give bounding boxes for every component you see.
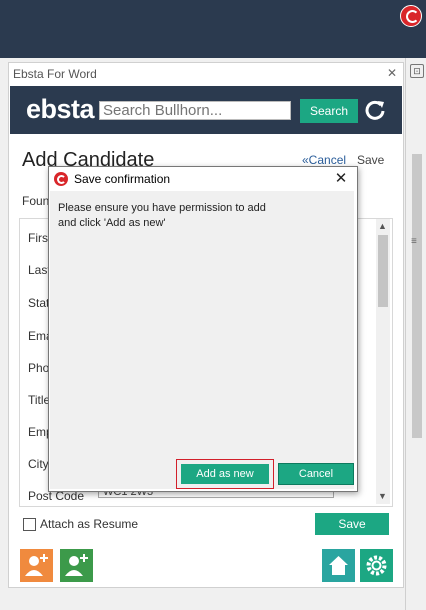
document-right-rail: ⊡ ≡ (405, 58, 426, 610)
scroll-thumb[interactable] (378, 235, 388, 307)
ebsta-logo-icon (54, 172, 68, 186)
home-button[interactable] (322, 549, 355, 582)
document-scrollbar[interactable] (412, 154, 422, 438)
settings-button[interactable] (360, 549, 393, 582)
app-top-bar (0, 0, 426, 58)
found-label: Foun (22, 194, 50, 208)
add-candidate-button[interactable] (20, 549, 53, 582)
close-icon[interactable]: ✕ (385, 66, 399, 80)
add-candidate-icon (25, 554, 48, 576)
pane-title: Ebsta For Word (13, 67, 97, 81)
form-scrollbar[interactable]: ▲ ▼ (376, 219, 390, 504)
ebsta-header: ebsta Search (10, 86, 402, 134)
pin-icon[interactable]: ⊡ (410, 64, 424, 78)
settings-icon (366, 555, 387, 576)
field-label-title: Title (28, 393, 51, 407)
search-button[interactable]: Search (300, 99, 358, 123)
save-confirmation-dialog: Save confirmation ✕ Please ensure you ha… (48, 166, 358, 492)
dialog-cancel-button[interactable]: Cancel (278, 463, 354, 485)
ebsta-logo-icon[interactable] (400, 5, 422, 27)
add-as-new-button[interactable]: Add as new (181, 464, 269, 484)
add-contact-icon (65, 554, 88, 576)
menu-icon[interactable]: ≡ (411, 236, 417, 247)
refresh-icon[interactable] (364, 99, 386, 121)
dialog-body: Please ensure you have permission to add… (50, 191, 354, 489)
dialog-message: Please ensure you have permission to add… (58, 202, 266, 229)
ebsta-logo: ebsta (26, 94, 95, 124)
dialog-title: Save confirmation (74, 172, 171, 186)
search-input[interactable] (99, 101, 291, 120)
attach-resume-label: Attach as Resume (40, 517, 139, 531)
save-link[interactable]: Save (357, 153, 384, 167)
home-icon (329, 556, 348, 575)
attach-resume-checkbox[interactable] (23, 518, 36, 531)
scroll-down-icon[interactable]: ▼ (378, 491, 387, 501)
field-label-city: City (28, 457, 49, 471)
dialog-close-icon[interactable]: ✕ (332, 170, 350, 188)
field-label-phone: Pho (28, 361, 50, 375)
add-contact-button[interactable] (60, 549, 93, 582)
scroll-up-icon[interactable]: ▲ (378, 221, 387, 231)
cancel-link[interactable]: «Cancel (302, 153, 346, 167)
save-button[interactable]: Save (315, 513, 389, 535)
field-label-status: Stat (28, 296, 50, 310)
